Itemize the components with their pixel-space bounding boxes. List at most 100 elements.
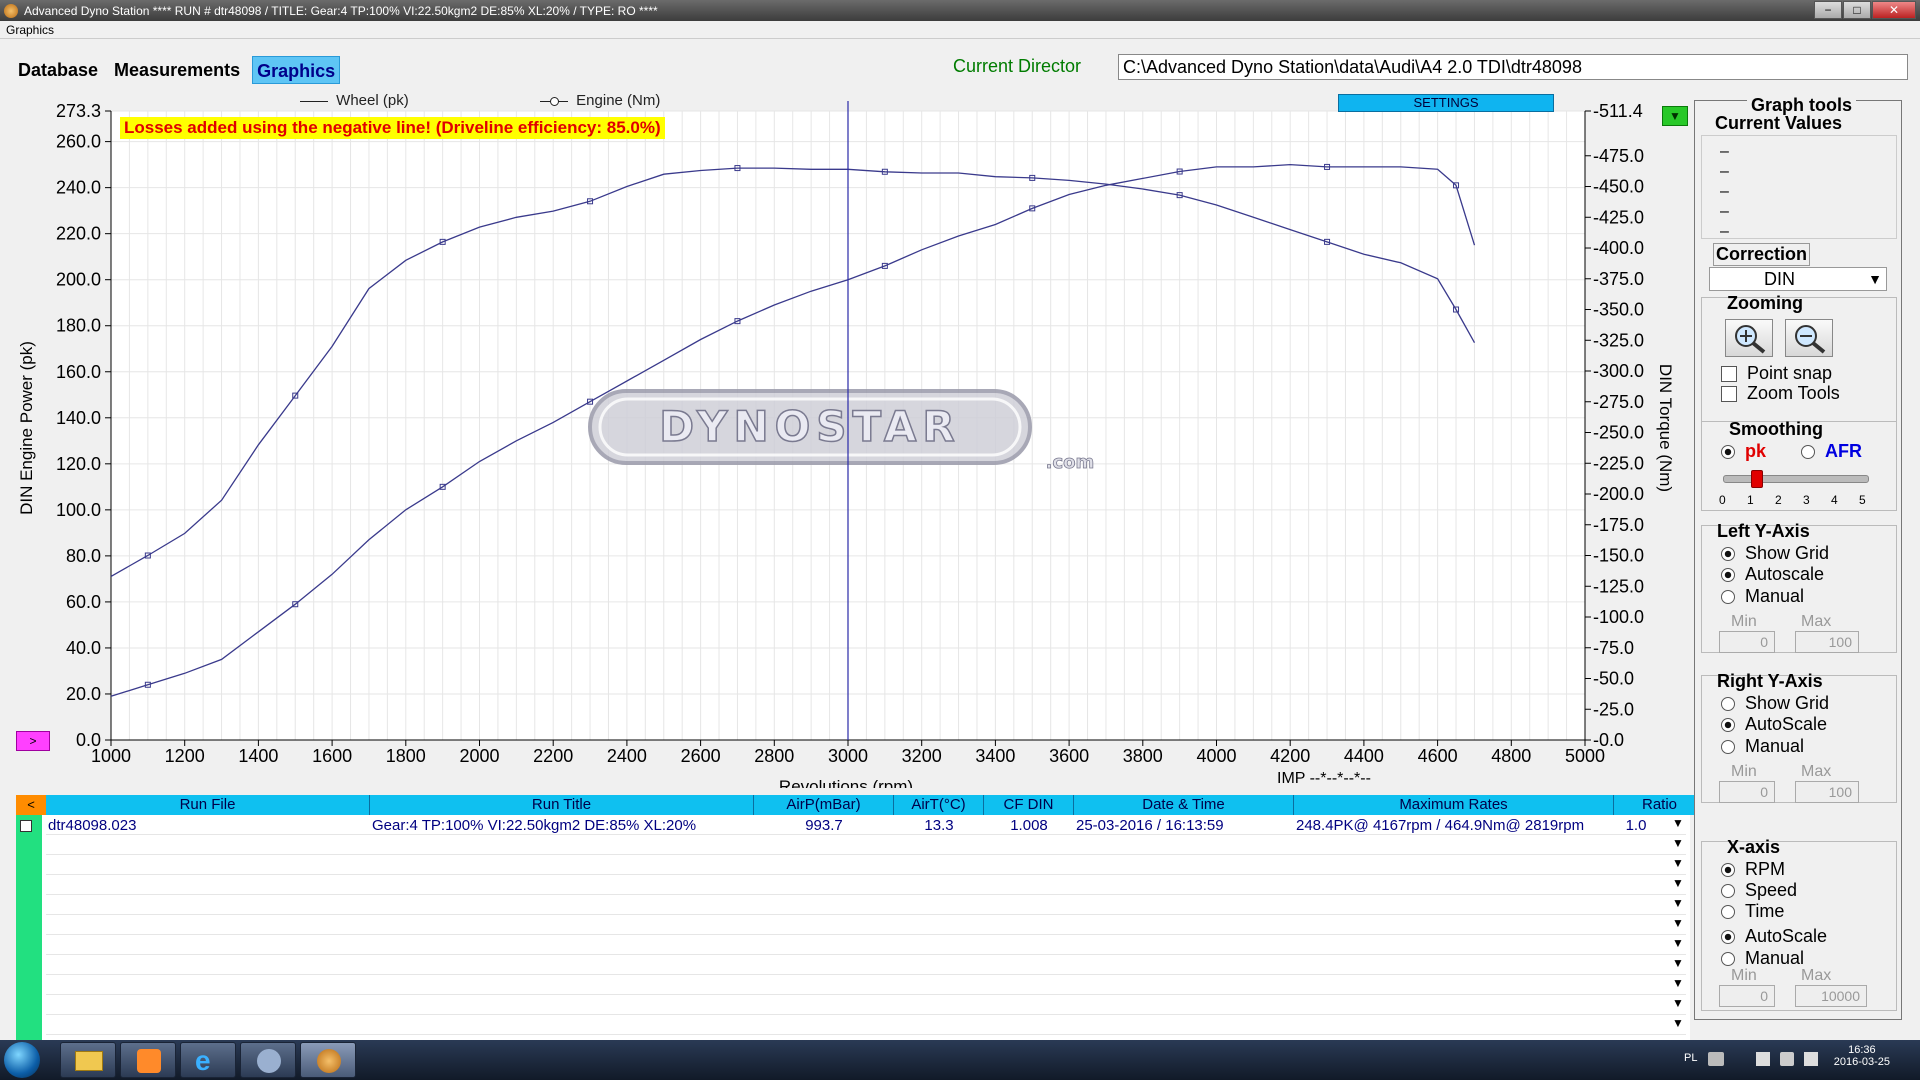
row-dropdown-icon[interactable]: ▼	[1668, 897, 1688, 911]
right-show-grid-option[interactable]: Show Grid	[1721, 693, 1829, 714]
x-max-field[interactable]: 10000	[1795, 985, 1867, 1007]
zoom-tools-label: Zoom Tools	[1747, 383, 1840, 403]
row-dropdown-icon[interactable]: ▼	[1668, 917, 1688, 931]
menu-graphics[interactable]: Graphics	[6, 23, 54, 37]
row-dropdown-icon[interactable]: ▼	[1668, 857, 1688, 871]
start-button[interactable]	[4, 1042, 40, 1078]
title-bar: Advanced Dyno Station **** RUN # dtr4809…	[0, 0, 1920, 21]
x-autoscale-option[interactable]: AutoScale	[1721, 926, 1827, 947]
col-run-file[interactable]: Run File	[46, 795, 370, 815]
clock-date: 2016-03-25	[1833, 1056, 1890, 1068]
settings-button[interactable]: SETTINGS	[1338, 94, 1554, 112]
col-maximum-rates[interactable]: Maximum Rates	[1294, 795, 1614, 815]
x-speed-option[interactable]: Speed	[1721, 880, 1797, 901]
keyboard-icon[interactable]	[1708, 1052, 1724, 1066]
tab-database[interactable]: Database	[14, 56, 102, 84]
zoom-in-button[interactable]	[1725, 319, 1773, 357]
chart-area: DYNOSTAR .com 1000 1200 1400 1600 1800 2000 22…	[0, 88, 1690, 788]
app-window: Advanced Dyno Station **** RUN # dtr4809…	[0, 0, 1920, 1080]
x-manual-radio[interactable]	[1721, 951, 1735, 966]
taskbar-dyno-button[interactable]	[300, 1042, 356, 1078]
y-tick-label: 240.0	[56, 178, 101, 198]
correction-select[interactable]: DIN ▼	[1709, 267, 1887, 291]
zoom-tools-option[interactable]: Zoom Tools	[1721, 383, 1840, 404]
smoothing-slider[interactable]	[1723, 470, 1869, 488]
volume-icon[interactable]	[1804, 1052, 1818, 1066]
left-max-field[interactable]: 100	[1795, 631, 1859, 653]
right-autoscale-option[interactable]: AutoScale	[1721, 714, 1827, 735]
row-dropdown-icon[interactable]: ▼	[1668, 1017, 1688, 1031]
x-rpm-radio[interactable]	[1721, 862, 1735, 877]
row-dropdown-icon[interactable]: ▼	[1668, 837, 1688, 851]
taskbar-tool-button[interactable]	[240, 1042, 296, 1078]
x-manual-option[interactable]: Manual	[1721, 948, 1804, 969]
row-dropdown-icon[interactable]: ▼	[1668, 817, 1688, 831]
maximize-button[interactable]: □	[1843, 1, 1871, 19]
col-date-time[interactable]: Date & Time	[1074, 795, 1294, 815]
right-manual-option[interactable]: Manual	[1721, 736, 1804, 757]
left-show-grid-radio[interactable]	[1721, 546, 1735, 561]
x-autoscale-radio[interactable]	[1721, 929, 1735, 944]
col-ratio[interactable]: Ratio	[1614, 795, 1706, 815]
x-rpm-option[interactable]: RPM	[1721, 859, 1785, 880]
taskbar-ie-button[interactable]: e	[180, 1042, 236, 1078]
dropdown-green-button[interactable]: ▼	[1662, 106, 1688, 126]
smoothing-pk-radio[interactable]	[1721, 444, 1735, 459]
taskbar-explorer-button[interactable]	[60, 1042, 116, 1078]
minimize-button[interactable]: −	[1814, 1, 1842, 19]
y-tick-label: 140.0	[56, 408, 101, 428]
y-tick-label: 200.0	[56, 270, 101, 290]
row-dropdown-icon[interactable]: ▼	[1668, 937, 1688, 951]
left-autoscale-option[interactable]: Autoscale	[1721, 564, 1824, 585]
network-icon[interactable]	[1780, 1052, 1794, 1066]
row-dropdown-icon[interactable]: ▼	[1668, 977, 1688, 991]
dyno-chart[interactable]: DYNOSTAR .com 1000 1200 1400 1600 1800 2000 22…	[0, 88, 1690, 788]
smoothing-afr-option[interactable]: AFR	[1801, 441, 1862, 462]
language-indicator[interactable]: PL	[1684, 1052, 1697, 1064]
chevron-down-icon: ▼	[1868, 271, 1882, 287]
point-snap-checkbox[interactable]	[1721, 365, 1737, 382]
expand-left-button[interactable]: >	[16, 731, 50, 751]
right-autoscale-radio[interactable]	[1721, 717, 1735, 732]
col-run-title[interactable]: Run Title	[370, 795, 754, 815]
taskbar-media-button[interactable]	[120, 1042, 176, 1078]
tab-measurements[interactable]: Measurements	[110, 56, 244, 84]
col-cf-din[interactable]: CF DIN	[984, 795, 1074, 815]
x-speed-label: Speed	[1745, 880, 1798, 900]
right-max-field[interactable]: 100	[1795, 781, 1859, 803]
x-time-label: Time	[1745, 901, 1785, 921]
x-tick-label: 3600	[1049, 746, 1089, 766]
tab-graphics[interactable]: Graphics	[252, 56, 341, 84]
row-dropdown-icon[interactable]: ▼	[1668, 957, 1688, 971]
right-show-grid-radio[interactable]	[1721, 696, 1735, 711]
right-min-field[interactable]: 0	[1719, 781, 1775, 803]
clock[interactable]: 16:36 2016-03-25	[1834, 1044, 1890, 1068]
left-manual-option[interactable]: Manual	[1721, 586, 1804, 607]
left-autoscale-radio[interactable]	[1721, 567, 1735, 582]
app-icon	[4, 3, 18, 18]
close-button[interactable]: ✕	[1872, 1, 1916, 19]
x-time-option[interactable]: Time	[1721, 901, 1784, 922]
row-dropdown-icon[interactable]: ▼	[1668, 997, 1688, 1011]
run-visible-checkbox[interactable]	[20, 820, 32, 832]
col-airp[interactable]: AirP(mBar)	[754, 795, 894, 815]
collapse-runs-button[interactable]: <	[16, 795, 46, 815]
left-manual-label: Manual	[1745, 586, 1805, 606]
point-snap-option[interactable]: Point snap	[1721, 363, 1832, 384]
right-manual-radio[interactable]	[1721, 739, 1735, 754]
current-directory-field[interactable]: C:\Advanced Dyno Station\data\Audi\A4 2.…	[1118, 54, 1908, 80]
left-min-field[interactable]: 0	[1719, 631, 1775, 653]
row-dropdown-icon[interactable]: ▼	[1668, 877, 1688, 891]
col-airt[interactable]: AirT(°C)	[894, 795, 984, 815]
smoothing-slider-thumb[interactable]	[1750, 470, 1763, 488]
x-time-radio[interactable]	[1721, 904, 1735, 919]
smoothing-pk-option[interactable]: pk	[1721, 441, 1766, 462]
x-min-field[interactable]: 0	[1719, 985, 1775, 1007]
flag-icon[interactable]	[1756, 1052, 1770, 1066]
left-manual-radio[interactable]	[1721, 589, 1735, 604]
zoom-out-button[interactable]	[1785, 319, 1833, 357]
left-show-grid-option[interactable]: Show Grid	[1721, 543, 1829, 564]
zoom-tools-checkbox[interactable]	[1721, 385, 1737, 402]
x-speed-radio[interactable]	[1721, 883, 1735, 898]
smoothing-afr-radio[interactable]	[1801, 444, 1815, 459]
